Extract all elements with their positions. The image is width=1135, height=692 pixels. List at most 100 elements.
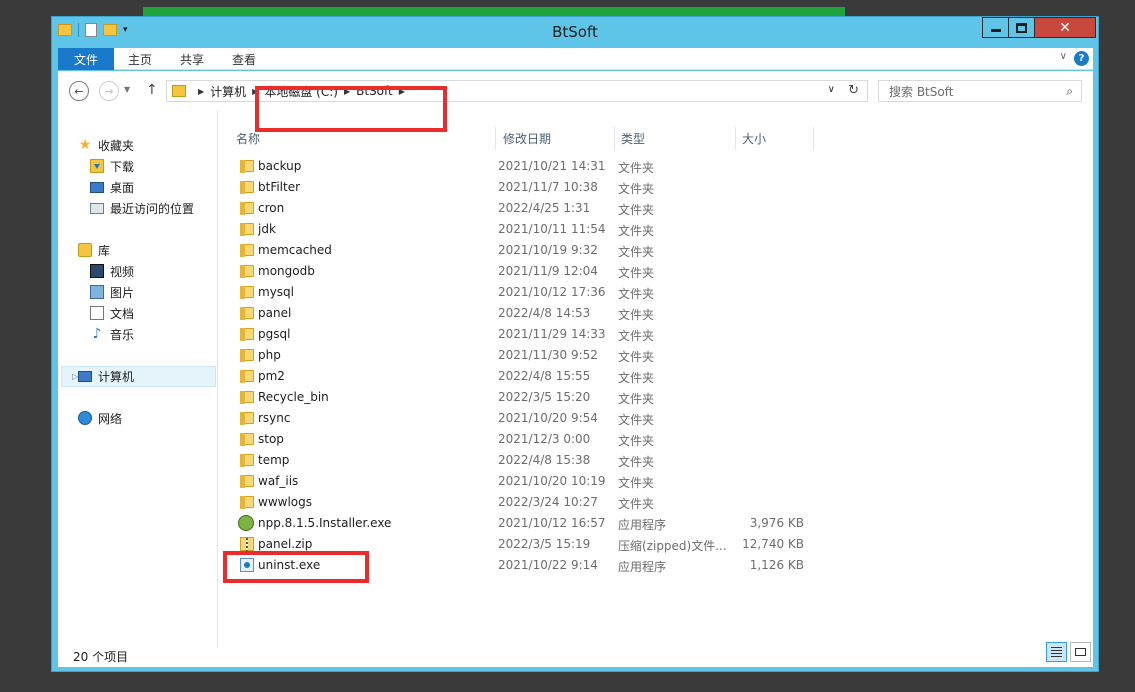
file-type: 应用程序 (618, 560, 667, 574)
picture-icon (90, 285, 104, 299)
up-arrow-icon[interactable]: ↑ (146, 82, 158, 98)
nav-libraries[interactable]: 库 (78, 240, 110, 260)
item-count: 20 个项目 (73, 650, 129, 664)
nav-computer[interactable]: 计算机 (78, 366, 134, 386)
file-date: 2022/4/8 15:38 (498, 453, 591, 467)
file-row[interactable]: pm2 2022/4/8 15:55 文件夹 (220, 366, 820, 387)
file-row[interactable]: panel 2022/4/8 14:53 文件夹 (220, 303, 820, 324)
search-placeholder: 搜索 BtSoft (889, 84, 954, 99)
file-row[interactable]: backup 2021/10/21 14:31 文件夹 (220, 156, 820, 177)
file-row[interactable]: cron 2022/4/25 1:31 文件夹 (220, 198, 820, 219)
folder-icon (240, 370, 254, 383)
file-date: 2021/10/21 14:31 (498, 159, 606, 173)
uninst-highlight-box (223, 551, 369, 583)
file-row[interactable]: jdk 2021/10/11 11:54 文件夹 (220, 219, 820, 240)
file-row[interactable]: wwwlogs 2022/3/24 10:27 文件夹 (220, 492, 820, 513)
file-date: 2022/3/5 15:19 (498, 537, 591, 551)
folder-icon (172, 85, 186, 97)
file-name: backup (258, 159, 302, 173)
tab-share[interactable]: 共享 (166, 48, 218, 70)
file-name: rsync (258, 411, 291, 425)
back-button[interactable]: ← (69, 81, 89, 101)
address-dropdown-icon[interactable]: ∨ (828, 84, 835, 95)
file-type: 文件夹 (618, 287, 655, 301)
file-type: 应用程序 (618, 518, 667, 532)
file-date: 2021/11/9 12:04 (498, 264, 598, 278)
tab-file[interactable]: 文件 (58, 48, 115, 70)
file-name: panel (258, 306, 292, 320)
nav-item-music[interactable]: ♪ 音乐 (90, 324, 134, 344)
breadcrumb-arrow-icon[interactable]: ▶ (198, 87, 204, 96)
file-type: 文件夹 (618, 161, 655, 175)
file-type: 文件夹 (618, 350, 655, 364)
file-size: 1,126 KB (749, 558, 804, 572)
file-name: pm2 (258, 369, 285, 383)
folder-icon (240, 496, 254, 509)
file-date: 2021/10/20 10:19 (498, 474, 606, 488)
nav-item-downloads[interactable]: 下载 (90, 156, 134, 176)
file-date: 2022/4/8 14:53 (498, 306, 591, 320)
folder-icon (240, 454, 254, 467)
maximize-button[interactable] (1008, 17, 1035, 38)
file-name: mysql (258, 285, 294, 299)
tab-view[interactable]: 查看 (218, 48, 270, 70)
column-header-name[interactable]: 名称 (220, 127, 496, 150)
file-row[interactable]: stop 2021/12/3 0:00 文件夹 (220, 429, 820, 450)
nav-item-recent[interactable]: 最近访问的位置 (90, 198, 194, 218)
file-date: 2022/4/25 1:31 (498, 201, 591, 215)
file-type: 文件夹 (618, 224, 655, 238)
nav-item-videos[interactable]: 视频 (90, 261, 134, 281)
nav-item-documents[interactable]: 文档 (90, 303, 134, 323)
file-row[interactable]: waf_iis 2021/10/20 10:19 文件夹 (220, 471, 820, 492)
file-row[interactable]: Recycle_bin 2022/3/5 15:20 文件夹 (220, 387, 820, 408)
search-input[interactable]: 搜索 BtSoft ⌕ (878, 80, 1082, 102)
desktop-icon (90, 181, 104, 193)
column-header-size[interactable]: 大小 (736, 127, 814, 150)
file-name: wwwlogs (258, 495, 312, 509)
nav-network[interactable]: 网络 (78, 408, 122, 428)
details-view-button[interactable] (1046, 642, 1067, 662)
nav-item-desktop[interactable]: 桌面 (90, 177, 134, 197)
nav-favorites-label: 收藏夹 (98, 138, 135, 153)
forward-arrow-icon: → (104, 84, 114, 98)
nav-item-label: 文档 (110, 306, 135, 321)
close-button[interactable]: ✕ (1034, 17, 1096, 38)
breadcrumb-computer[interactable]: 计算机 (210, 83, 246, 100)
star-icon: ★ (78, 137, 92, 153)
column-header-date[interactable]: 修改日期 (496, 127, 615, 150)
forward-button[interactable]: → (99, 81, 119, 101)
file-name: memcached (258, 243, 332, 257)
file-row[interactable]: btFilter 2021/11/7 10:38 文件夹 (220, 177, 820, 198)
nav-item-pictures[interactable]: 图片 (90, 282, 134, 302)
folder-icon (240, 202, 254, 215)
file-row[interactable]: php 2021/11/30 9:52 文件夹 (220, 345, 820, 366)
file-type: 文件夹 (618, 413, 655, 427)
file-row[interactable]: temp 2022/4/8 15:38 文件夹 (220, 450, 820, 471)
recent-locations-icon[interactable]: ▼ (124, 85, 130, 94)
large-icons-view-button[interactable] (1070, 642, 1091, 662)
expand-ribbon-icon[interactable]: ∨ (1060, 51, 1067, 62)
file-row[interactable]: memcached 2021/10/19 9:32 文件夹 (220, 240, 820, 261)
help-icon[interactable]: ? (1074, 51, 1089, 66)
file-row[interactable]: rsync 2021/10/20 9:54 文件夹 (220, 408, 820, 429)
ribbon-tabs: 文件 主页 共享 查看 ∨ ? (58, 48, 1093, 70)
file-date: 2021/12/3 0:00 (498, 432, 591, 446)
file-date: 2021/10/12 16:57 (498, 516, 606, 530)
file-date: 2022/3/24 10:27 (498, 495, 598, 509)
file-type: 文件夹 (618, 266, 655, 280)
large-icons-view-icon (1075, 648, 1086, 656)
file-row[interactable]: mongodb 2021/11/9 12:04 文件夹 (220, 261, 820, 282)
tab-home[interactable]: 主页 (114, 48, 166, 70)
folder-icon (240, 160, 254, 173)
refresh-icon[interactable]: ↻ (848, 83, 859, 98)
column-header-type[interactable]: 类型 (615, 127, 736, 150)
minimize-button[interactable] (982, 17, 1009, 38)
file-name: jdk (258, 222, 276, 236)
file-row[interactable]: mysql 2021/10/12 17:36 文件夹 (220, 282, 820, 303)
nav-favorites[interactable]: ★ 收藏夹 (78, 135, 134, 155)
file-row[interactable]: pgsql 2021/11/29 14:33 文件夹 (220, 324, 820, 345)
search-icon[interactable]: ⌕ (1066, 84, 1073, 99)
file-row[interactable]: npp.8.1.5.Installer.exe 2021/10/12 16:57 应… (220, 513, 820, 534)
file-name: Recycle_bin (258, 390, 329, 404)
file-name: waf_iis (258, 474, 299, 488)
